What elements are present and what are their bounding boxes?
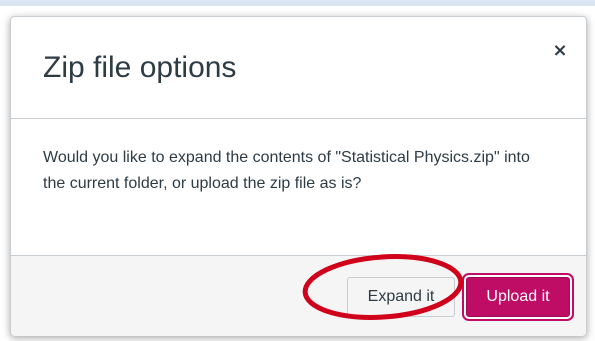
close-button[interactable]: × [546,37,574,65]
backdrop-strip [0,0,595,6]
dialog-header: Zip file options × [11,17,586,119]
zip-file-options-dialog: Zip file options × Would you like to exp… [10,16,587,336]
dialog-footer: Expand it Upload it [11,255,586,336]
dialog-title: Zip file options [43,51,237,84]
expand-it-button[interactable]: Expand it [347,277,455,317]
upload-it-button[interactable]: Upload it [466,277,570,317]
dialog-body-text: Would you like to expand the contents of… [43,149,530,192]
